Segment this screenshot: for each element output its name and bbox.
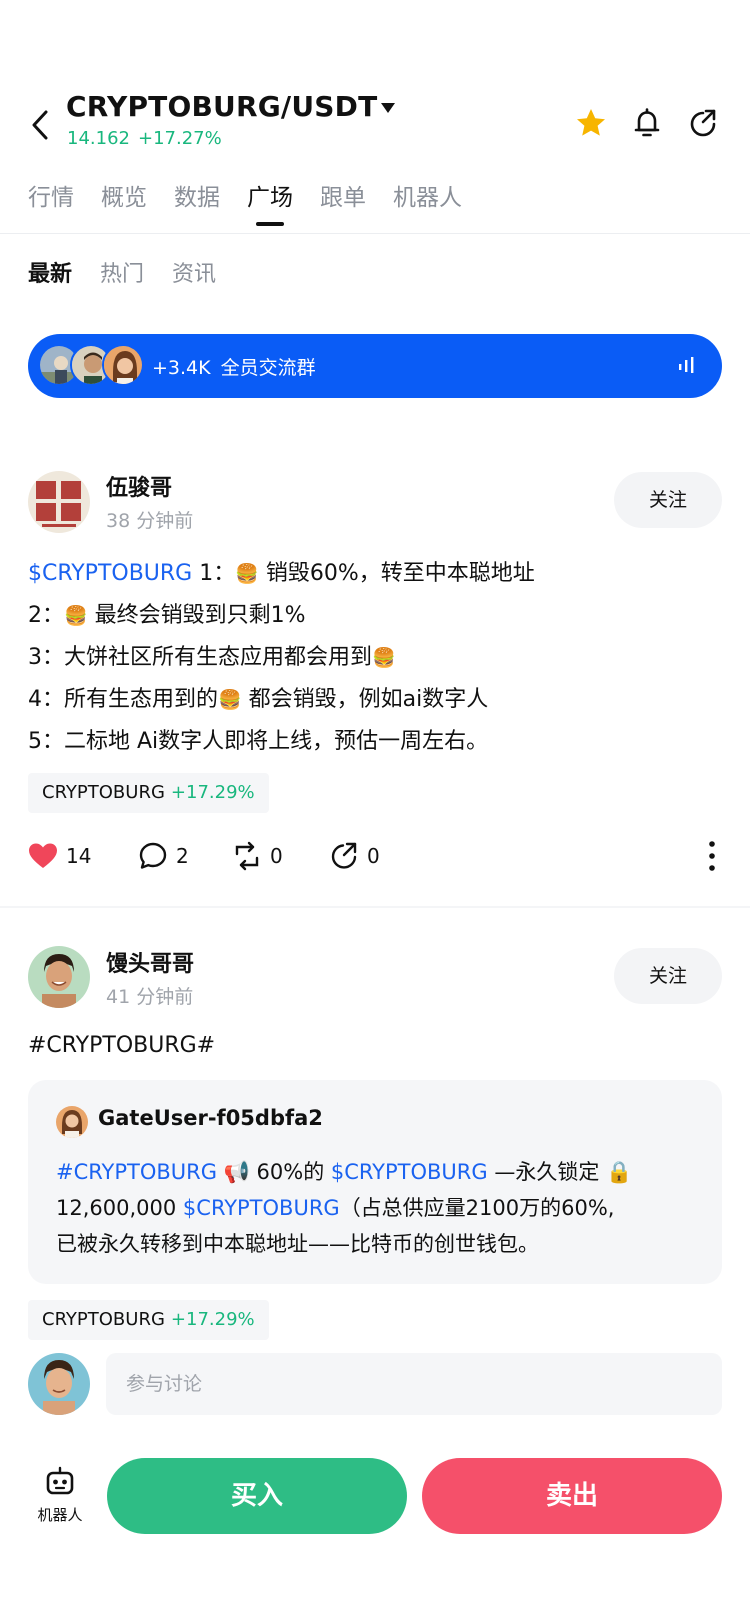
post-text: 最终会销毁到只剩1% — [87, 603, 306, 628]
author-name[interactable]: 馒头哥哥 — [106, 946, 194, 978]
quote-text: （占总供应量2100万的60%, — [339, 1196, 615, 1220]
post-text: 5：二标地 Ai数字人即将上线，预估一周左右。 — [28, 729, 489, 754]
post-line: 4：所有生态用到的🍔 都会销毁，例如ai数字人 — [28, 681, 488, 713]
sell-button[interactable]: 卖出 — [422, 1458, 722, 1534]
more-options-icon[interactable] — [702, 838, 722, 874]
quoted-user-name[interactable]: GateUser-f05dbfa2 — [98, 1106, 323, 1130]
coin-tag-chip[interactable]: CRYPTOBURG +17.29% — [28, 1300, 269, 1340]
repost-icon — [235, 841, 259, 871]
post-text: 1： — [192, 561, 236, 586]
post-text: 3：大饼社区所有生态应用都会用到 — [28, 645, 372, 670]
burger-emoji-icon: 🍔 — [235, 563, 259, 585]
post-text: 4：所有生态用到的 — [28, 687, 218, 712]
burger-emoji-icon: 🍔 — [64, 605, 88, 627]
post-text: 销毁60%，转至中本聪地址 — [258, 561, 535, 586]
group-chat-banner[interactable]: +3.4K 全员交流群 — [28, 334, 722, 398]
like-button[interactable]: 14 — [28, 838, 91, 874]
post-divider — [0, 906, 750, 908]
pair-title[interactable]: CRYPTOBURG/USDT — [66, 90, 377, 123]
author-avatar[interactable] — [28, 946, 90, 1008]
post-time: 41 分钟前 — [106, 986, 194, 1008]
group-name: 全员交流群 — [220, 357, 316, 379]
post-line: 5：二标地 Ai数字人即将上线，预估一周左右。 — [28, 723, 488, 755]
member-count: +3.4K — [152, 357, 211, 379]
subtab-news[interactable]: 资讯 — [172, 256, 216, 288]
coin-tag-change: +17.29% — [170, 782, 255, 803]
author-name[interactable]: 伍骏哥 — [106, 470, 172, 502]
share-count: 0 — [367, 844, 380, 868]
sub-tabs: 最新 热门 资讯 — [28, 256, 244, 288]
lock-icon: 🔒 — [606, 1160, 633, 1184]
star-icon[interactable] — [574, 106, 608, 140]
follow-button[interactable]: 关注 — [614, 472, 722, 528]
header: CRYPTOBURG/USDT 14.162 +17.27% — [0, 0, 750, 170]
comment-icon — [139, 842, 167, 869]
subtab-latest[interactable]: 最新 — [28, 256, 72, 288]
hashtag-link[interactable]: #CRYPTOBURG — [56, 1160, 217, 1184]
subtab-hot[interactable]: 热门 — [100, 256, 144, 288]
heart-icon — [29, 843, 57, 868]
banner-text: +3.4K 全员交流群 — [152, 353, 326, 380]
price-change: +17.27% — [137, 128, 222, 149]
quote-line: #CRYPTOBURG 📢 60%的 $CRYPTOBURG —永久锁定 🔒 — [56, 1156, 632, 1186]
repost-count: 0 — [270, 844, 283, 868]
robot-button[interactable]: 机器人 — [30, 1466, 90, 1526]
like-count: 14 — [66, 844, 92, 868]
quote-text: 60%的 — [249, 1160, 331, 1184]
post-text: 都会销毁，例如ai数字人 — [241, 687, 489, 712]
post-line: $CRYPTOBURG 1：🍔 销毁60%，转至中本聪地址 — [28, 555, 535, 587]
quote-text: —永久锁定 — [487, 1160, 600, 1184]
quoted-user-avatar — [56, 1106, 88, 1138]
post-line: 2：🍔 最终会销毁到只剩1% — [28, 597, 306, 629]
megaphone-icon: 📢 — [223, 1160, 250, 1184]
quote-line: 12,600,000 $CRYPTOBURG（占总供应量2100万的60%, — [56, 1192, 614, 1222]
back-icon[interactable] — [26, 108, 56, 142]
member-avatar — [102, 344, 144, 386]
burger-emoji-icon: 🍔 — [372, 647, 396, 669]
bell-icon[interactable] — [630, 106, 664, 140]
coin-link[interactable]: $CRYPTOBURG — [331, 1160, 488, 1184]
coin-link[interactable]: $CRYPTOBURG — [28, 561, 192, 586]
coin-link[interactable]: $CRYPTOBURG — [183, 1196, 340, 1220]
price-line: 14.162 +17.27% — [67, 128, 230, 149]
tab-divider — [0, 233, 750, 234]
coin-tag-change: +17.29% — [170, 1309, 255, 1330]
post-actions: 14 2 0 0 — [28, 838, 722, 874]
author-avatar[interactable] — [28, 471, 90, 533]
tab-square[interactable]: 广场 — [247, 180, 293, 228]
share-icon — [331, 842, 357, 869]
burger-emoji-icon: 🍔 — [218, 689, 242, 711]
follow-button[interactable]: 关注 — [614, 948, 722, 1004]
post-time: 38 分钟前 — [106, 510, 194, 532]
comment-input[interactable] — [106, 1353, 722, 1415]
main-tabs: 行情 概览 数据 广场 跟单 机器人 — [28, 180, 489, 228]
robot-icon — [46, 1466, 74, 1495]
post-hashtag[interactable]: #CRYPTOBURG# — [28, 1033, 215, 1058]
quote-line: 已被永久转移到中本聪地址——比特币的创世钱包。 — [56, 1232, 539, 1256]
coin-tag-symbol: CRYPTOBURG — [42, 782, 165, 803]
post-text: 2： — [28, 603, 64, 628]
share-post-button[interactable]: 0 — [329, 838, 380, 874]
dropdown-icon[interactable] — [380, 102, 396, 114]
coin-tag-chip[interactable]: CRYPTOBURG +17.29% — [28, 773, 269, 813]
comment-count: 2 — [176, 844, 189, 868]
coin-tag-symbol: CRYPTOBURG — [42, 1309, 165, 1330]
my-avatar — [28, 1353, 90, 1415]
quoted-post[interactable]: GateUser-f05dbfa2 #CRYPTOBURG 📢 60%的 $CR… — [28, 1080, 722, 1284]
robot-label: 机器人 — [37, 1506, 83, 1524]
tab-bot[interactable]: 机器人 — [393, 180, 462, 228]
buy-button[interactable]: 买入 — [107, 1458, 407, 1534]
tab-overview[interactable]: 概览 — [101, 180, 147, 228]
sound-wave-icon — [679, 357, 694, 373]
repost-button[interactable]: 0 — [232, 838, 283, 874]
tab-data[interactable]: 数据 — [174, 180, 220, 228]
share-icon[interactable] — [686, 106, 720, 140]
quote-text: 12,600,000 — [56, 1196, 183, 1220]
comment-button[interactable]: 2 — [138, 838, 189, 874]
post-line: 3：大饼社区所有生态应用都会用到🍔 — [28, 639, 396, 671]
tab-copy-trading[interactable]: 跟单 — [320, 180, 366, 228]
price-value: 14.162 — [67, 128, 130, 149]
tab-market[interactable]: 行情 — [28, 180, 74, 228]
